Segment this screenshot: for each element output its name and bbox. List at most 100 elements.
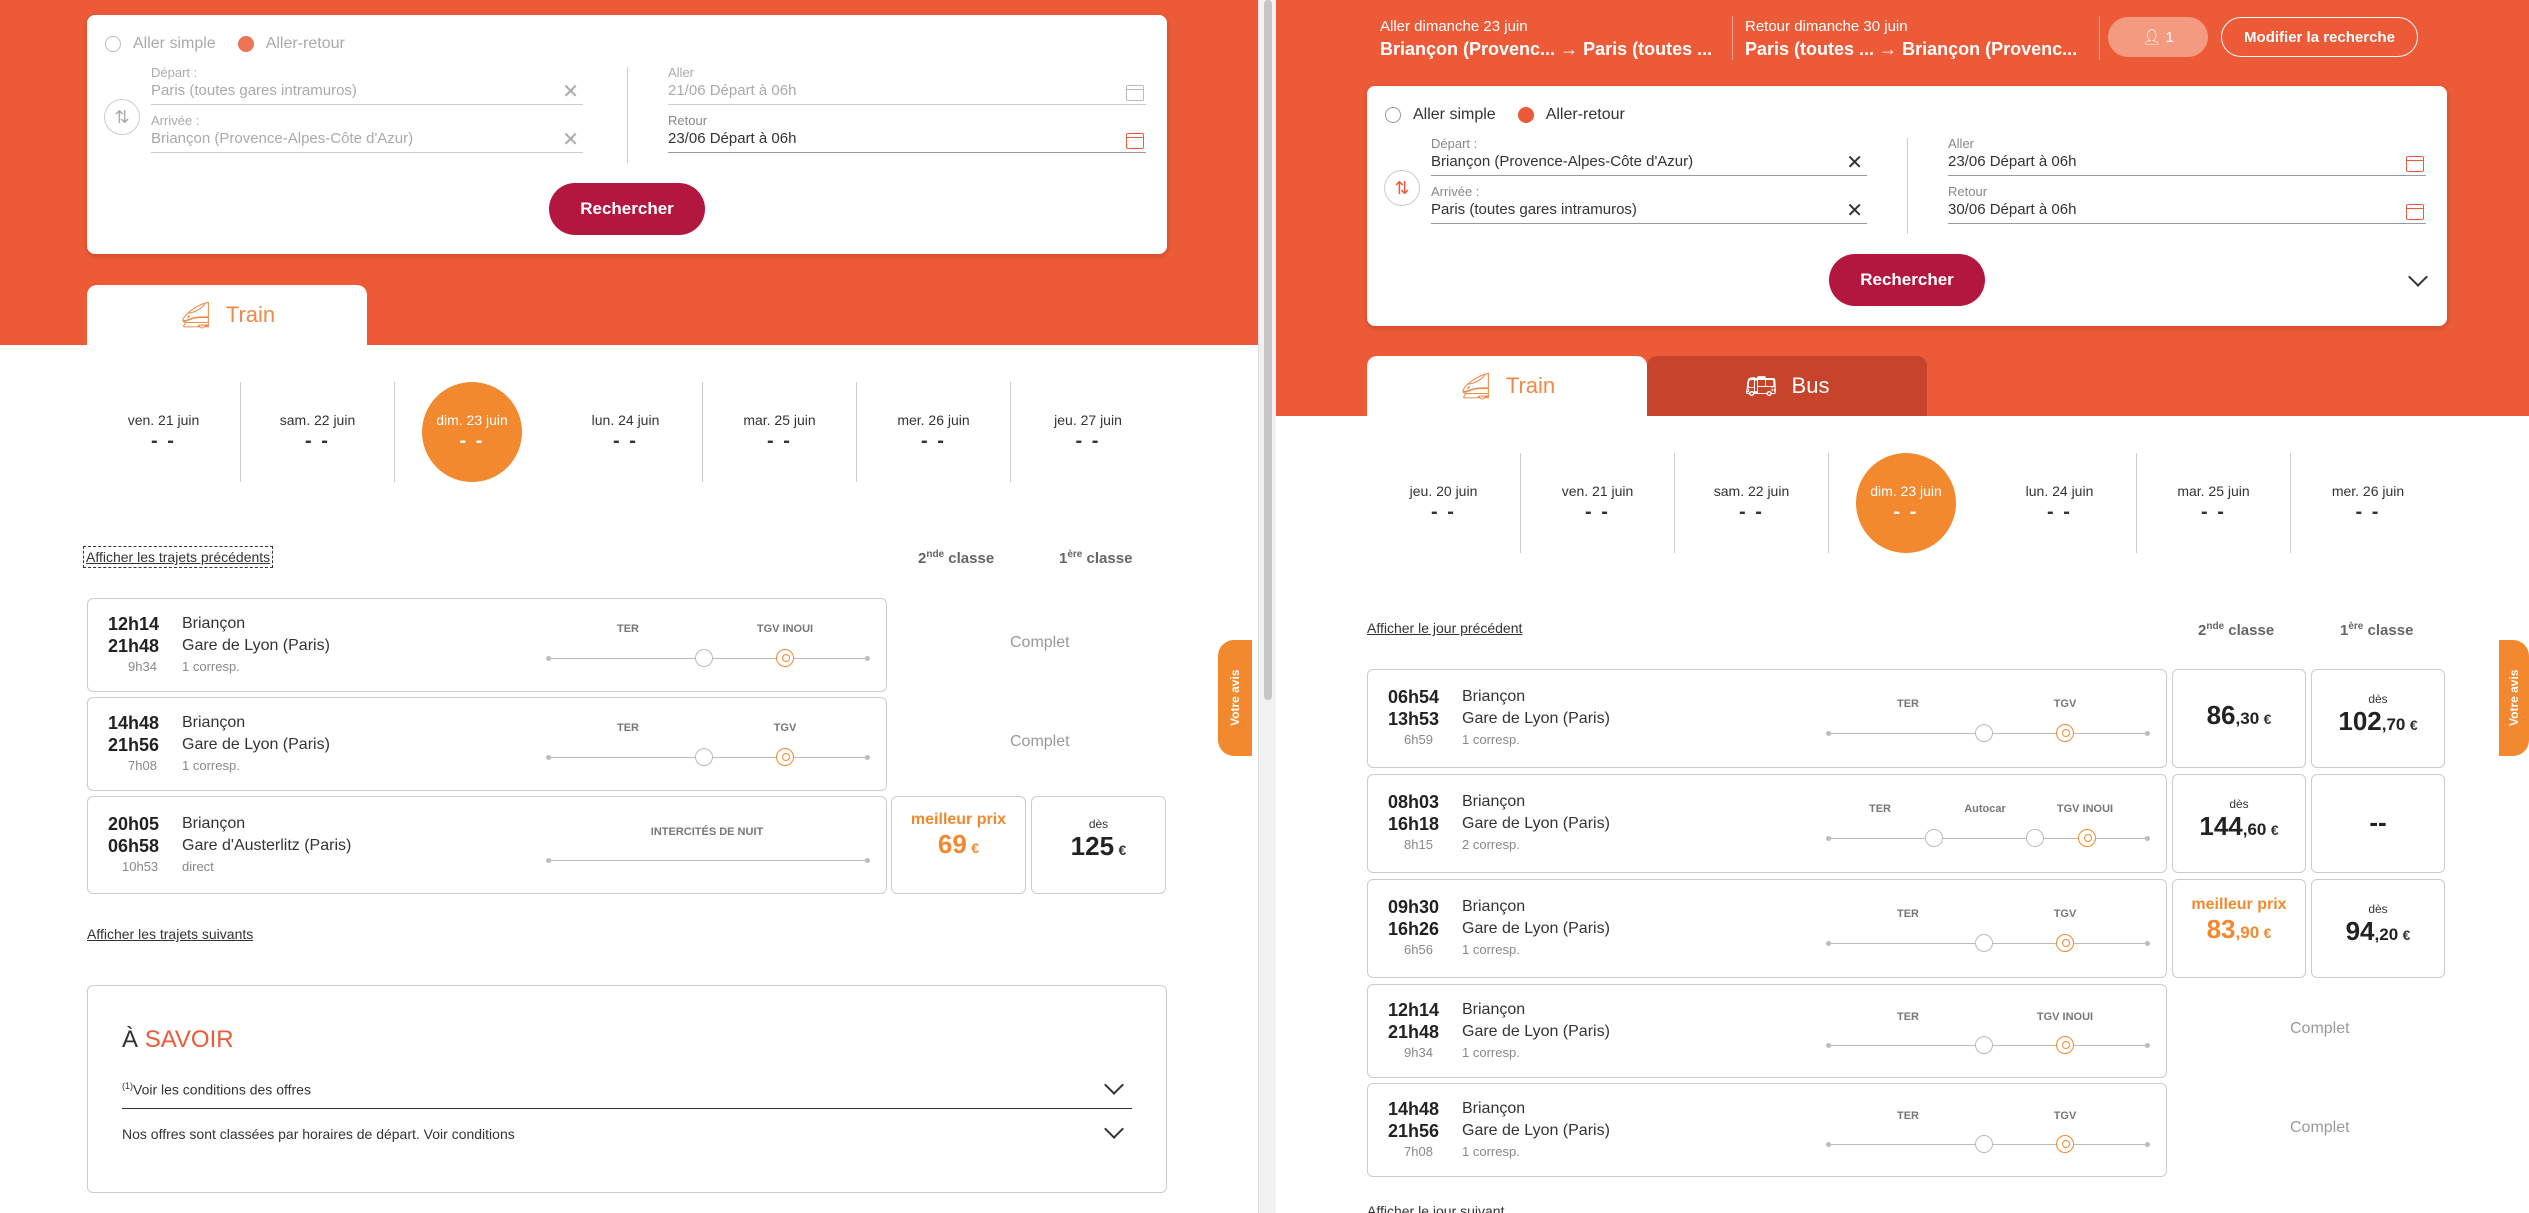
price-2nd-class[interactable]: meilleur prix 83,90 € <box>2172 879 2306 978</box>
retour-field[interactable]: Retour 23/06 Départ à 06h <box>668 113 1146 153</box>
trip-row[interactable]: 08h03 16h18 8h15 Briançon Gare de Lyon (Pa… <box>1367 774 2167 873</box>
date-item[interactable]: lun. 24 juin - - <box>1983 453 2137 553</box>
destination-pin-icon <box>776 649 794 667</box>
class1-header: 1ère classe <box>2340 621 2414 639</box>
bus-icon: 🚌︎ <box>1744 370 1778 401</box>
passengers-button[interactable]: 👤︎ 1 <box>2108 17 2208 57</box>
modify-search-button[interactable]: Modifier la recherche <box>2221 17 2418 57</box>
connection-icon <box>2026 829 2044 847</box>
feedback-tab[interactable]: Votre avis <box>2499 640 2529 756</box>
radio-return[interactable] <box>1517 107 1534 123</box>
arrivee-value: Briançon (Provence-Alpes-Côte d'Azur) <box>151 130 414 147</box>
price-2nd-class[interactable]: meilleur prix 69 € <box>891 796 1026 894</box>
swap-icon[interactable]: ⇅ <box>1384 170 1420 206</box>
radio-oneway-label: Aller simple <box>1413 106 1496 123</box>
trip-row[interactable]: 12h14 21h48 9h34 Briançon Gare de Lyon (Pa… <box>87 598 887 692</box>
trip-row[interactable]: 06h54 13h53 6h59 Briançon Gare de Lyon (Pa… <box>1367 669 2167 768</box>
clear-icon[interactable]: ✕ <box>1846 153 1863 173</box>
route-line <box>546 748 870 766</box>
depart-field[interactable]: Départ : Briançon (Provence-Alpes-Côte d… <box>1431 136 1867 176</box>
divider <box>1907 138 1908 234</box>
left-pane: Aller simple Aller-retour ⇅ Départ : Par… <box>0 0 1258 1213</box>
next-trips-link[interactable]: Afficher les trajets suivants <box>87 926 253 942</box>
retour-field[interactable]: Retour 30/06 Départ à 06h <box>1948 184 2426 224</box>
route-line <box>1826 1036 2150 1054</box>
date-item-selected[interactable]: dim. 23 juin - - <box>395 382 549 482</box>
price-1st-class[interactable]: -- <box>2311 774 2445 873</box>
price-1st-class[interactable]: dès 125 € <box>1031 796 1166 894</box>
connection-icon <box>695 649 713 667</box>
connection-icon <box>1925 829 1943 847</box>
route-line <box>1826 1135 2150 1153</box>
status-complet: Complet <box>2290 1119 2350 1136</box>
date-item[interactable]: ven. 21 juin - - <box>87 382 241 482</box>
trip-row[interactable]: 14h48 21h56 7h08 Briançon Gare de Lyon (Pa… <box>87 697 887 791</box>
connection-icon <box>1975 1036 1993 1054</box>
price-2nd-class[interactable]: 86,30 € <box>2172 669 2306 768</box>
search-button[interactable]: Rechercher <box>549 183 705 235</box>
calendar-icon[interactable] <box>1126 85 1144 101</box>
radio-oneway[interactable] <box>105 36 121 52</box>
arrivee-field[interactable]: Arrivée : Paris (toutes gares intramuros… <box>1431 184 1867 224</box>
aller-field[interactable]: Aller 21/06 Départ à 06h <box>668 65 1146 105</box>
calendar-icon[interactable] <box>2406 156 2424 172</box>
aller-value: 21/06 Départ à 06h <box>668 82 797 99</box>
date-item[interactable]: jeu. 20 juin - - <box>1367 453 1521 553</box>
calendar-icon[interactable] <box>1126 133 1144 149</box>
retour-value: 30/06 Départ à 06h <box>1948 201 2077 218</box>
date-item[interactable]: sam. 22 juin - - <box>1675 453 1829 553</box>
date-item[interactable]: sam. 22 juin - - <box>241 382 395 482</box>
radio-return[interactable] <box>237 36 254 52</box>
tab-bus-label: Bus <box>1791 373 1830 398</box>
status-complet: Complet <box>1010 733 1070 750</box>
price-1st-class[interactable]: dès 102,70 € <box>2311 669 2445 768</box>
swap-icon[interactable]: ⇅ <box>104 99 140 135</box>
right-pane: Aller dimanche 23 juin Briançon (Provenc… <box>1276 0 2529 1213</box>
aller-label: Aller <box>1948 136 1975 151</box>
depart-value: Paris (toutes gares intramuros) <box>151 82 357 99</box>
retour-label: Retour <box>668 113 708 128</box>
price-2nd-class[interactable]: dès 144,60 € <box>2172 774 2306 873</box>
date-item[interactable]: mar. 25 juin - - <box>703 382 857 482</box>
previous-trips-link[interactable]: Afficher les trajets précédents <box>83 546 274 568</box>
trip-row[interactable]: 14h48 21h56 7h08 Briançon Gare de Lyon (Pa… <box>1367 1083 2167 1177</box>
aller-field[interactable]: Aller 23/06 Départ à 06h <box>1948 136 2426 176</box>
destination-pin-icon <box>2056 1036 2074 1054</box>
date-item-selected[interactable]: dim. 23 juin - - <box>1829 453 1983 553</box>
tab-bus[interactable]: 🚌︎ Bus <box>1647 356 1927 416</box>
radio-oneway[interactable] <box>1385 107 1401 123</box>
tab-train[interactable]: 🚄︎ Train <box>1367 356 1647 416</box>
trip-row[interactable]: 09h30 16h26 6h56 Briançon Gare de Lyon (Pa… <box>1367 879 2167 978</box>
chevron-down-icon[interactable] <box>2408 267 2428 287</box>
date-item[interactable]: ven. 21 juin - - <box>1521 453 1675 553</box>
date-strip: jeu. 20 juin - - ven. 21 juin - - sam. 22 … <box>1367 453 2445 553</box>
price-1st-class[interactable]: dès 94,20 € <box>2311 879 2445 978</box>
tab-train[interactable]: 🚄︎ Train <box>87 285 367 345</box>
feedback-tab[interactable]: Votre avis <box>1218 640 1252 756</box>
date-item[interactable]: mer. 26 juin - - <box>2291 453 2445 553</box>
connection-icon <box>1975 934 1993 952</box>
user-icon: 👤︎ <box>2142 29 2162 46</box>
previous-day-link[interactable]: Afficher le jour précédent <box>1367 620 1522 636</box>
depart-field[interactable]: Départ : Paris (toutes gares intramuros)… <box>151 65 583 105</box>
destination-pin-icon <box>2056 934 2074 952</box>
date-item[interactable]: jeu. 27 juin - - <box>1011 382 1165 482</box>
date-item[interactable]: lun. 24 juin - - <box>549 382 703 482</box>
date-item[interactable]: mer. 26 juin - - <box>857 382 1011 482</box>
clear-icon[interactable]: ✕ <box>562 82 579 102</box>
calendar-icon[interactable] <box>2406 204 2424 220</box>
trip-row[interactable]: 20h05 06h58 10h53 Briançon Gare d'Austerli… <box>87 796 887 894</box>
destination-pin-icon <box>2056 724 2074 742</box>
trip-row[interactable]: 12h14 21h48 9h34 Briançon Gare de Lyon (Pa… <box>1367 984 2167 1078</box>
search-button[interactable]: Rechercher <box>1829 254 1985 306</box>
clear-icon[interactable]: ✕ <box>562 130 579 150</box>
next-day-link[interactable]: Afficher le jour suivant <box>1367 1203 1504 1213</box>
window-scrollbar[interactable] <box>1258 0 1278 1213</box>
offer-conditions-row[interactable]: (1)Voir les conditions des offres <box>122 1081 1132 1109</box>
aller-value: 23/06 Départ à 06h <box>1948 153 2077 170</box>
date-item[interactable]: mar. 25 juin - - <box>2137 453 2291 553</box>
scrollbar-thumb[interactable] <box>1264 0 1272 700</box>
retour-value: 23/06 Départ à 06h <box>668 130 797 147</box>
arrivee-field[interactable]: Arrivée : Briançon (Provence-Alpes-Côte … <box>151 113 583 153</box>
clear-icon[interactable]: ✕ <box>1846 201 1863 221</box>
